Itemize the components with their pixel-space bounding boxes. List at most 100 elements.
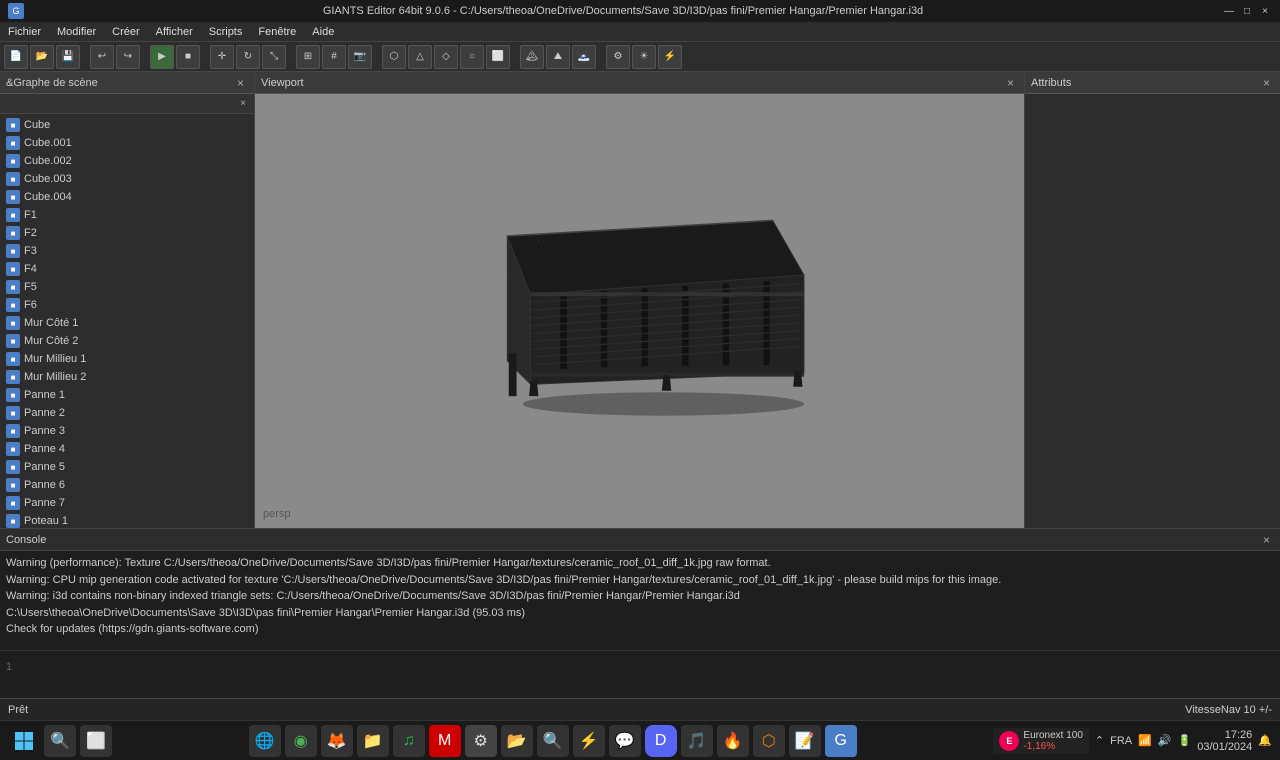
close-button[interactable]: × [1258, 4, 1272, 18]
scene-item[interactable]: ■Mur Côté 2 [0, 332, 254, 350]
menu-creer[interactable]: Créer [104, 22, 148, 41]
scene-item[interactable]: ■Panne 1 [0, 386, 254, 404]
scene-item[interactable]: ■ Cube.004 [0, 188, 254, 206]
discord-icon[interactable]: D [645, 725, 677, 757]
scale-tool[interactable]: ⤡ [262, 45, 286, 69]
snap-button[interactable]: ⊞ [296, 45, 320, 69]
maximize-button[interactable]: □ [1240, 4, 1254, 18]
chrome-icon[interactable]: ◉ [285, 725, 317, 757]
menu-modifier[interactable]: Modifier [49, 22, 104, 41]
scene-item[interactable]: ■Mur Millieu 1 [0, 350, 254, 368]
scene-item[interactable]: ■F1 [0, 206, 254, 224]
scene-item[interactable]: ■F5 [0, 278, 254, 296]
cube-icon: ■ [6, 478, 20, 492]
notepad-icon[interactable]: 📝 [789, 725, 821, 757]
console-messages: Warning (performance): Texture C:/Users/… [0, 551, 1280, 650]
app-icon-5[interactable]: 🎵 [681, 725, 713, 757]
attr-panel-close[interactable]: × [1259, 76, 1274, 90]
terrain-tool3[interactable]: 🗻 [572, 45, 596, 69]
app-icon-1[interactable]: M [429, 725, 461, 757]
edge-browser-icon[interactable]: 🌐 [249, 725, 281, 757]
terrain-tool2[interactable]: ⛰ [546, 45, 570, 69]
scene-item[interactable]: ■Cube.002 [0, 152, 254, 170]
files-icon[interactable]: 📂 [501, 725, 533, 757]
scene-item-label: F2 [24, 227, 37, 239]
windows-start-button[interactable] [8, 725, 40, 757]
undo-button[interactable]: ↩ [90, 45, 114, 69]
scene-item[interactable]: ■Panne 2 [0, 404, 254, 422]
app-icon-3[interactable]: ⚡ [573, 725, 605, 757]
stop-button[interactable]: ■ [176, 45, 200, 69]
save-button[interactable]: 💾 [56, 45, 80, 69]
scene-list[interactable]: ■Cube■Cube.001■Cube.002 ■ Cube.003 ■ Cube.00… [0, 114, 254, 528]
scene-item[interactable]: ■Mur Millieu 2 [0, 368, 254, 386]
notification-icon[interactable]: 🔔 [1258, 734, 1272, 747]
console-line-number: 1 [6, 661, 26, 673]
scene-item[interactable]: ■Mur Côté 1 [0, 314, 254, 332]
giants-icon[interactable]: G [825, 725, 857, 757]
scene-item[interactable]: ■Cube [0, 116, 254, 134]
console-title: Console [6, 534, 46, 546]
app-icon-2[interactable]: ⚙ [465, 725, 497, 757]
scene-item[interactable]: ■F6 [0, 296, 254, 314]
tool5[interactable]: ⬜ [486, 45, 510, 69]
open-button[interactable]: 📂 [30, 45, 54, 69]
scene-collapse-button[interactable]: × [234, 95, 252, 113]
scene-item[interactable]: ■Cube.001 [0, 134, 254, 152]
app-icon-6[interactable]: 🔥 [717, 725, 749, 757]
console-close[interactable]: × [1259, 533, 1274, 547]
setting-tool3[interactable]: ⚡ [658, 45, 682, 69]
menu-aide[interactable]: Aide [304, 22, 342, 41]
scene-item[interactable]: ■Poteau 1 [0, 512, 254, 528]
setting-tool1[interactable]: ⚙ [606, 45, 630, 69]
cube-icon: ■ [6, 190, 20, 204]
battery-icon: 🔋 [1178, 734, 1192, 747]
scene-item[interactable]: ■Panne 7 [0, 494, 254, 512]
rotate-tool[interactable]: ↻ [236, 45, 260, 69]
hangar-3d-view [440, 174, 840, 424]
camera-button[interactable]: 📷 [348, 45, 372, 69]
firefox-icon[interactable]: 🦊 [321, 725, 353, 757]
blender-icon[interactable]: ⬡ [753, 725, 785, 757]
chevron-up-icon[interactable]: ⌃ [1095, 734, 1104, 747]
menu-fichier[interactable]: Fichier [0, 22, 49, 41]
minimize-button[interactable]: — [1222, 4, 1236, 18]
scene-item[interactable]: ■Panne 3 [0, 422, 254, 440]
scene-item-label: Cube.004 [24, 191, 72, 203]
scene-item-label: Mur Côté 1 [24, 317, 78, 329]
terrain-tool1[interactable]: 🏔 [520, 45, 544, 69]
move-tool[interactable]: ✛ [210, 45, 234, 69]
scene-item[interactable]: ■Panne 5 [0, 458, 254, 476]
play-button[interactable]: ▶ [150, 45, 174, 69]
tool2[interactable]: △ [408, 45, 432, 69]
menu-scripts[interactable]: Scripts [201, 22, 251, 41]
scene-item[interactable]: ■Panne 6 [0, 476, 254, 494]
scene-item[interactable]: ■F2 [0, 224, 254, 242]
search-taskbar-button[interactable]: 🔍 [44, 725, 76, 757]
app-icon-4[interactable]: 💬 [609, 725, 641, 757]
scene-item-label: Cube.003 [24, 173, 72, 185]
scene-item[interactable]: ■F4 [0, 260, 254, 278]
spotify-icon[interactable]: ♫ [393, 725, 425, 757]
grid-button[interactable]: # [322, 45, 346, 69]
task-view-button[interactable]: ⬜ [80, 725, 112, 757]
console-message-4: C:\Users\theoa\OneDrive\Documents\Save 3… [6, 605, 1274, 622]
cube-icon: ■ [6, 172, 20, 186]
console-input[interactable] [29, 655, 1170, 679]
search-icon-2[interactable]: 🔍 [537, 725, 569, 757]
menu-fenetre[interactable]: Fenêtre [250, 22, 304, 41]
tool3[interactable]: ◇ [434, 45, 458, 69]
viewport-close[interactable]: × [1003, 76, 1018, 90]
explorer-icon[interactable]: 📁 [357, 725, 389, 757]
scene-item[interactable]: ■F3 [0, 242, 254, 260]
viewport-canvas[interactable]: persp [255, 94, 1024, 528]
setting-tool2[interactable]: ☀ [632, 45, 656, 69]
new-button[interactable]: 📄 [4, 45, 28, 69]
redo-button[interactable]: ↪ [116, 45, 140, 69]
tool4[interactable]: ○ [460, 45, 484, 69]
scene-panel-close[interactable]: × [233, 76, 248, 90]
menu-afficher[interactable]: Afficher [148, 22, 201, 41]
tool1[interactable]: ⬡ [382, 45, 406, 69]
scene-item[interactable]: ■ Cube.003 [0, 170, 254, 188]
scene-item[interactable]: ■Panne 4 [0, 440, 254, 458]
